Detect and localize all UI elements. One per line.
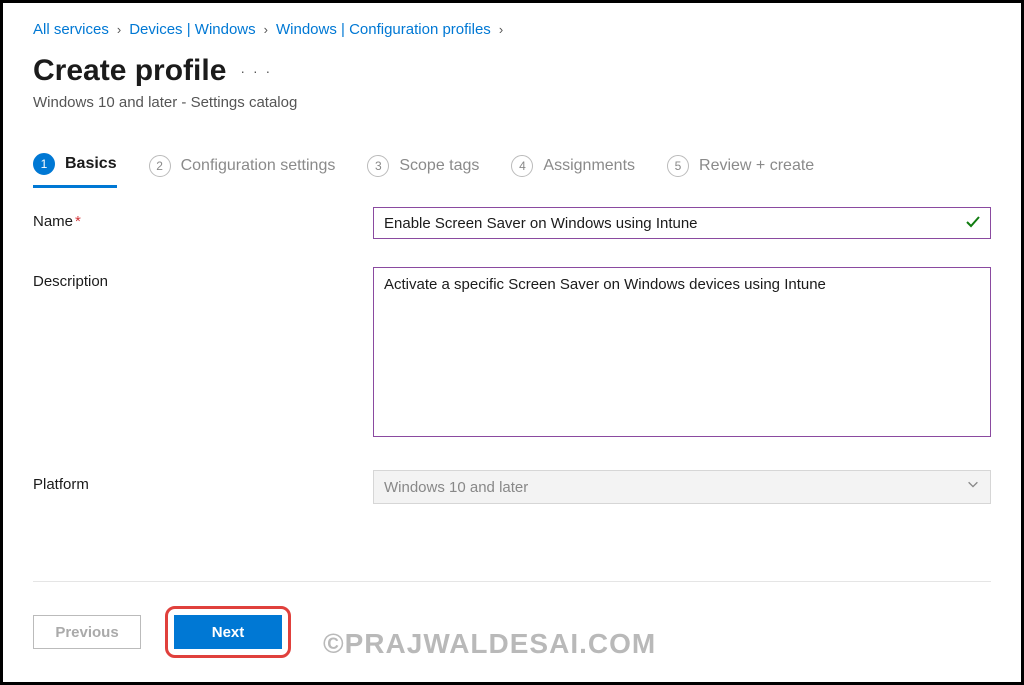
step-basics[interactable]: 1 Basics	[33, 153, 117, 188]
next-button-highlight: Next	[165, 606, 291, 658]
step-review-create[interactable]: 5 Review + create	[667, 155, 814, 187]
name-label: Name*	[33, 207, 373, 230]
chevron-right-icon: ›	[264, 22, 268, 37]
name-input[interactable]	[373, 207, 991, 239]
step-label: Review + create	[699, 157, 814, 175]
step-label: Assignments	[543, 157, 635, 175]
platform-select: Windows 10 and later	[373, 470, 991, 504]
platform-value: Windows 10 and later	[384, 479, 528, 496]
required-asterisk: *	[75, 213, 81, 230]
step-configuration-settings[interactable]: 2 Configuration settings	[149, 155, 336, 187]
step-scope-tags[interactable]: 3 Scope tags	[367, 155, 479, 187]
more-actions-icon[interactable]: · · ·	[240, 63, 272, 79]
step-number: 1	[33, 153, 55, 175]
wizard-stepper: 1 Basics 2 Configuration settings 3 Scop…	[33, 153, 991, 189]
step-label: Configuration settings	[181, 157, 336, 175]
page-subtitle: Windows 10 and later - Settings catalog	[33, 94, 991, 111]
page-title: Create profile	[33, 54, 226, 88]
breadcrumb-link[interactable]: All services	[33, 21, 109, 38]
wizard-footer: Previous Next	[33, 581, 991, 682]
step-number: 4	[511, 155, 533, 177]
step-label: Scope tags	[399, 157, 479, 175]
chevron-down-icon	[966, 477, 980, 495]
basics-form: Name* Description Platform Windows 10 an…	[33, 207, 991, 532]
step-label: Basics	[65, 155, 117, 173]
breadcrumb-link[interactable]: Devices | Windows	[129, 21, 255, 38]
check-icon	[965, 213, 981, 234]
platform-label: Platform	[33, 470, 373, 493]
next-button[interactable]: Next	[174, 615, 282, 649]
step-number: 2	[149, 155, 171, 177]
breadcrumb: All services › Devices | Windows › Windo…	[33, 21, 991, 38]
breadcrumb-link[interactable]: Windows | Configuration profiles	[276, 21, 491, 38]
chevron-right-icon: ›	[499, 22, 503, 37]
step-number: 5	[667, 155, 689, 177]
step-number: 3	[367, 155, 389, 177]
chevron-right-icon: ›	[117, 22, 121, 37]
description-textarea[interactable]	[373, 267, 991, 437]
previous-button[interactable]: Previous	[33, 615, 141, 649]
step-assignments[interactable]: 4 Assignments	[511, 155, 635, 187]
description-label: Description	[33, 267, 373, 290]
